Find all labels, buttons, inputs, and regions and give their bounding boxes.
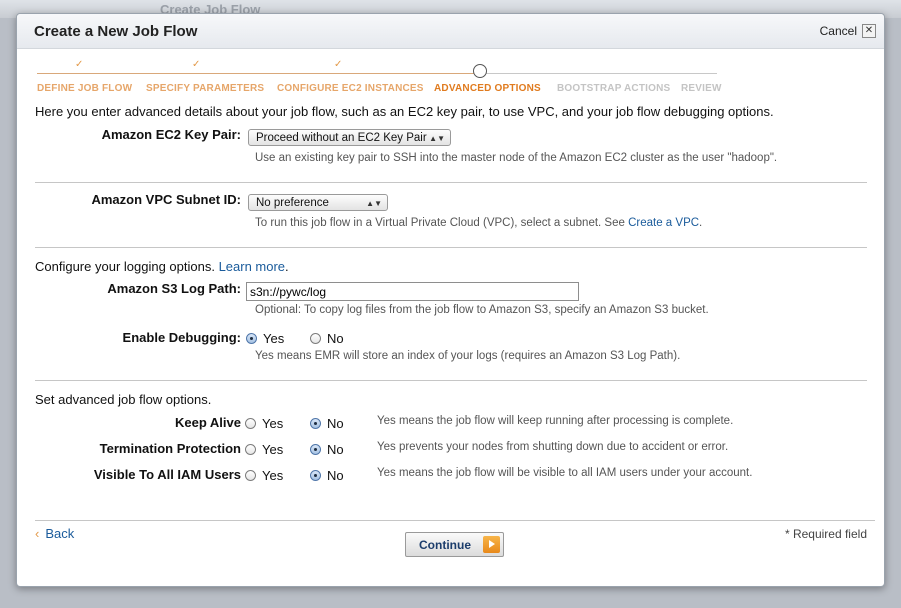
visible-to-all-iam-users-help: Yes means the job flow will be visible t… [377, 467, 753, 479]
termination-protection-no-radio[interactable]: No [310, 442, 344, 457]
select-arrows-icon: ▲▼ [366, 199, 382, 208]
radio-label: No [327, 468, 344, 483]
vpc-subnet-select[interactable]: No preference ▲▼ [248, 194, 388, 211]
continue-button[interactable]: Continue [405, 532, 504, 557]
wizard-step-configure-ec2-instances: CONFIGURE EC2 INSTANCES [277, 83, 424, 94]
current-step-indicator-icon [473, 64, 487, 78]
step-complete-check-icon: ✓ [192, 59, 201, 70]
key-pair-select-value: Proceed without an EC2 Key Pair [256, 132, 427, 144]
footer-divider [35, 520, 875, 521]
s3-log-path-help: Optional: To copy log files from the job… [255, 304, 709, 316]
section-intro: Here you enter advanced details about yo… [35, 104, 774, 119]
advanced-options-intro: Set advanced job flow options. [35, 392, 212, 407]
logging-intro-end: . [285, 259, 289, 274]
keep-alive-no-radio[interactable]: No [310, 416, 344, 431]
continue-label: Continue [419, 538, 471, 552]
vpc-subnet-help-end: . [699, 217, 703, 229]
key-pair-help: Use an existing key pair to SSH into the… [255, 152, 778, 164]
radio-unselected-icon [245, 444, 256, 455]
radio-unselected-icon [245, 418, 256, 429]
enable-debugging-help: Yes means EMR will store an index of you… [255, 350, 681, 362]
radio-label: Yes [263, 331, 285, 346]
divider [35, 247, 867, 248]
vpc-subnet-help: To run this job flow in a Virtual Privat… [255, 217, 702, 229]
step-complete-check-icon: ✓ [75, 59, 84, 70]
debugging-yes-radio[interactable]: Yes [246, 331, 284, 346]
radio-label: No [327, 331, 344, 346]
vpc-subnet-select-value: No preference [256, 197, 329, 209]
vpc-subnet-help-text: To run this job flow in a Virtual Privat… [255, 217, 629, 229]
key-pair-label: Amazon EC2 Key Pair: [101, 127, 241, 142]
termination-protection-help: Yes prevents your nodes from shutting do… [377, 441, 729, 453]
logging-intro: Configure your logging options. Learn mo… [35, 259, 289, 274]
keep-alive-yes-radio[interactable]: Yes [245, 416, 283, 431]
vpc-subnet-label: Amazon VPC Subnet ID: [91, 192, 241, 207]
s3-log-path-input[interactable] [246, 282, 579, 301]
divider [35, 380, 867, 381]
visible-to-all-iam-users-no-radio[interactable]: No [310, 468, 344, 483]
dialog-title: Create a New Job Flow [34, 23, 198, 40]
cancel-button[interactable]: Cancel ✕ [820, 24, 876, 38]
wizard-step-specify-parameters: SPECIFY PARAMETERS [146, 83, 265, 94]
s3-log-path-label: Amazon S3 Log Path: [107, 281, 241, 296]
cancel-label: Cancel [819, 24, 857, 38]
keep-alive-help: Yes means the job flow will keep running… [377, 415, 734, 427]
wizard-step-define-job-flow: DEFINE JOB FLOW [37, 83, 133, 94]
radio-selected-icon [310, 444, 321, 455]
radio-label: Yes [262, 416, 284, 431]
key-pair-select[interactable]: Proceed without an EC2 Key Pair ▲▼ [248, 129, 451, 146]
radio-unselected-icon [310, 333, 321, 344]
logging-intro-text: Configure your logging options. [35, 259, 219, 274]
visible-to-all-iam-users-label: Visible To All IAM Users [93, 467, 241, 482]
termination-protection-label: Termination Protection [99, 441, 241, 456]
wizard-step-advanced-options: ADVANCED OPTIONS [434, 83, 541, 94]
divider [35, 182, 867, 183]
select-arrows-icon: ▲▼ [429, 134, 445, 143]
wizard-progress: ✓ ✓ ✓ DEFINE JOB FLOW SPECIFY PARAMETERS… [37, 58, 727, 98]
play-arrow-icon [483, 536, 500, 553]
close-icon[interactable]: ✕ [862, 24, 876, 38]
debugging-no-radio[interactable]: No [310, 331, 344, 346]
radio-selected-icon [310, 470, 321, 481]
learn-more-link[interactable]: Learn more [219, 259, 285, 274]
required-field-note: * Required field [784, 527, 867, 541]
radio-unselected-icon [245, 470, 256, 481]
radio-label: No [327, 442, 344, 457]
radio-selected-icon [310, 418, 321, 429]
visible-to-all-iam-users-yes-radio[interactable]: Yes [245, 468, 283, 483]
back-button[interactable]: ‹ Back [35, 526, 74, 541]
radio-label: Yes [262, 442, 284, 457]
create-vpc-link[interactable]: Create a VPC [628, 217, 699, 229]
step-complete-check-icon: ✓ [334, 59, 343, 70]
wizard-step-review: REVIEW [681, 83, 722, 94]
back-label: Back [45, 526, 75, 541]
radio-label: Yes [262, 468, 284, 483]
wizard-step-bootstrap-actions: BOOTSTRAP ACTIONS [557, 83, 671, 94]
radio-selected-icon [246, 333, 257, 344]
wizard-progress-line-done [37, 73, 485, 74]
radio-label: No [327, 416, 344, 431]
dialog-header: Create a New Job Flow Cancel ✕ [17, 14, 884, 49]
back-chevron-icon: ‹ [35, 526, 40, 541]
enable-debugging-label: Enable Debugging: [122, 330, 241, 345]
termination-protection-yes-radio[interactable]: Yes [245, 442, 283, 457]
wizard-progress-line-todo [485, 73, 717, 74]
keep-alive-label: Keep Alive [175, 415, 241, 430]
create-job-flow-dialog: Create a New Job Flow Cancel ✕ ✓ ✓ ✓ DEF… [16, 13, 885, 587]
